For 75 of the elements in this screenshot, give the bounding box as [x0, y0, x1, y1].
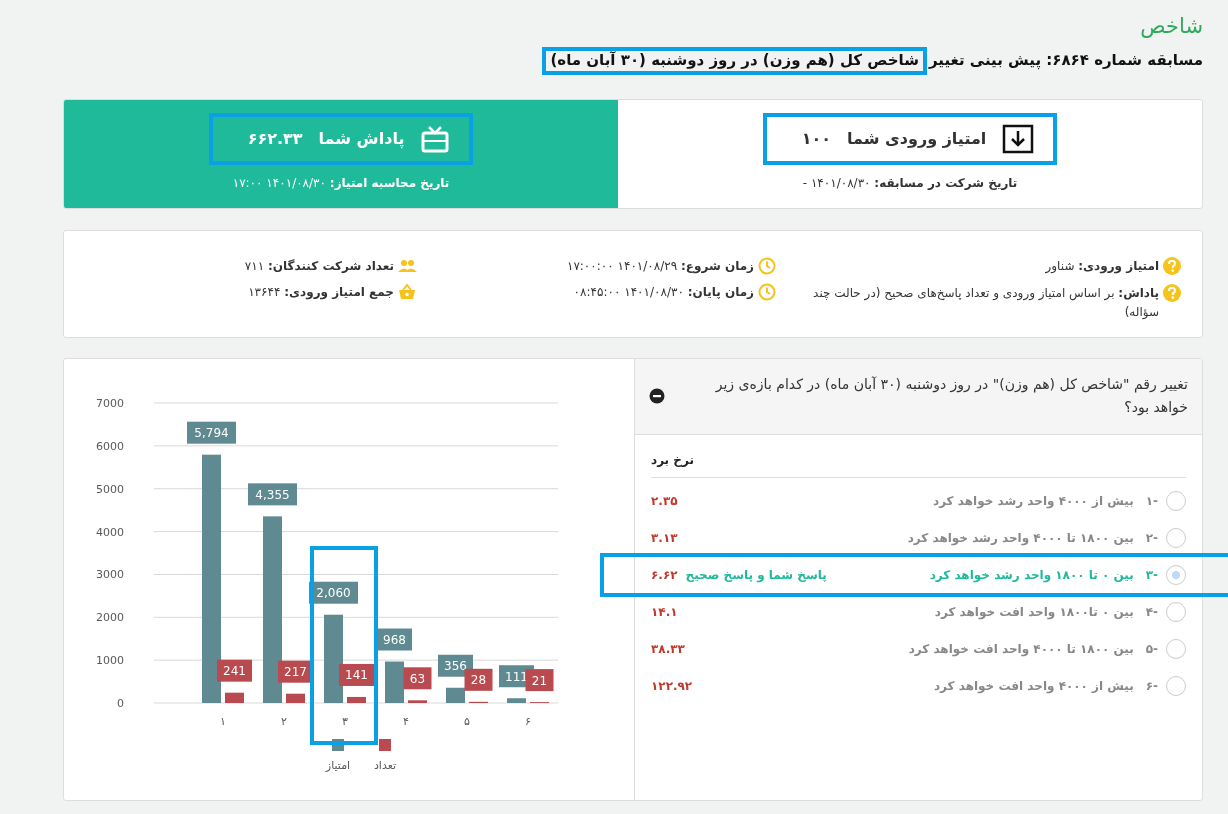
data-label: 241: [217, 659, 252, 682]
help-icon: [1163, 283, 1182, 302]
axis-label: ۵: [464, 714, 470, 728]
collapse-icon[interactable]: [649, 388, 665, 405]
axis-label: 3000: [96, 568, 124, 582]
basket-icon: [398, 282, 417, 301]
data-label: 21: [525, 668, 554, 691]
clock-icon: [758, 282, 777, 301]
bar: [446, 687, 465, 703]
bar: [225, 692, 244, 703]
bar: [385, 661, 404, 703]
question-text: تغییر رقم "شاخص کل (هم وزن)" در روز دوشنبه (۳۰ آبان ماه) در کدام بازه‌ی زیر خواهد بود؟: [714, 374, 1188, 418]
date-text: تاریخ شرکت در مسابقه: ۱۴۰۱/۰۸/۳۰ -: [802, 174, 1018, 192]
option-text: بین ۰ تا ۱۸۰۰ واحد رشد خواهد کرد: [928, 567, 1134, 585]
info-text: تعداد شرکت کنندگان: ۷۱۱: [244, 257, 394, 275]
odds-header: نرخ برد: [651, 443, 1186, 479]
info-text: پاداش: بر اساس امتیاز ورودی و تعداد پاسخ‌های صحیح (در حالت چند سؤاله): [812, 284, 1159, 322]
score-value: ۱۰۰: [801, 127, 832, 150]
option-text: بیش از ۴۰۰۰ واحد رشد خواهد کرد: [932, 492, 1134, 510]
answer-note: پاسخ شما و پاسخ صحیح: [685, 567, 827, 585]
score-label: امتیاز ورودی شما: [847, 127, 987, 150]
axis-label: 4000: [96, 525, 124, 539]
page-subtitle: مسابقه شماره ۶۸۶۴: پیش بینی تغییر شاخص کل (هم وزن) در روز دوشنبه (۳۰ آبان ماه): [63, 41, 1203, 81]
axis-label: 5000: [96, 482, 124, 496]
info-text: زمان شروع: ۱۴۰۱/۰۸/۲۹ ۱۷:۰۰:۰۰: [566, 257, 754, 275]
odds-value: ۶.۶۲: [651, 567, 678, 585]
bar: [347, 696, 366, 703]
data-label: 5,794: [187, 421, 236, 444]
option-number: -۴: [1145, 603, 1158, 621]
option-number: -۲: [1145, 529, 1158, 547]
axis-label: ۳: [342, 714, 348, 728]
legend-label: تعداد: [373, 758, 397, 772]
odds-value: ۳.۱۳: [651, 529, 678, 547]
date-text: تاریخ محاسبه امتیاز: ۱۴۰۱/۰۸/۳۰ ۱۷:۰۰: [232, 174, 450, 192]
axis-label: ۶: [525, 714, 531, 728]
data-label: 968: [377, 628, 412, 651]
odds-value: ۳۸.۳۳: [651, 640, 685, 658]
option-text: بین ۱۸۰۰ تا ۴۰۰۰ واحد افت خواهد کرد: [907, 640, 1134, 658]
option-text: بیش از ۴۰۰۰ واحد افت خواهد کرد: [932, 677, 1134, 695]
odds-value: ۲.۳۵: [651, 492, 678, 510]
odds-value: ۱۴.۱: [651, 603, 678, 621]
score-label: پاداش شما: [318, 127, 405, 151]
axis-label: 2000: [96, 610, 124, 624]
info-text: امتیاز ورودی: شناور: [1045, 257, 1159, 276]
clock-icon: [758, 256, 777, 275]
data-label: 63: [403, 667, 432, 689]
data-label: 4,355: [248, 483, 297, 506]
page-title: شاخص: [1139, 14, 1203, 40]
help-icon: [1163, 256, 1182, 275]
option-number: -۶: [1145, 677, 1158, 695]
axis-label: 1000: [96, 653, 124, 667]
axis-label: 7000: [96, 396, 124, 410]
option-number: -۵: [1145, 640, 1158, 658]
info-text: جمع امتیاز ورودی: ۱۳۶۴۴: [248, 283, 394, 301]
option-number: -۱: [1145, 492, 1158, 510]
legend-swatch: [379, 738, 391, 751]
odds-value: ۱۲۲.۹۲: [651, 677, 693, 695]
bar: [507, 697, 526, 703]
axis-label: ۱: [220, 714, 226, 728]
data-label: 2,060: [309, 581, 358, 604]
gift-icon: [420, 123, 451, 154]
score-value: ۶۶۲.۳۳: [247, 127, 303, 150]
download-icon: [1002, 123, 1035, 154]
axis-label: ۲: [281, 714, 287, 728]
bar: [286, 693, 305, 703]
bar: [408, 700, 427, 703]
option-text: بین ۱۸۰۰ تا ۴۰۰۰ واحد رشد خواهد کرد: [906, 529, 1134, 547]
axis-label: 0: [117, 696, 124, 710]
option-text: بین ۰ تا۱۸۰۰ واحد افت خواهد کرد: [933, 603, 1134, 621]
option-number: -۳: [1145, 567, 1158, 585]
info-text: زمان پایان: ۱۴۰۱/۰۸/۳۰ ۰۸:۴۵:۰۰: [573, 283, 754, 301]
axis-label: ۴: [403, 714, 409, 728]
legend-label: امتیاز: [325, 758, 351, 772]
axis-label: 6000: [96, 439, 124, 453]
data-label: 141: [339, 663, 374, 686]
